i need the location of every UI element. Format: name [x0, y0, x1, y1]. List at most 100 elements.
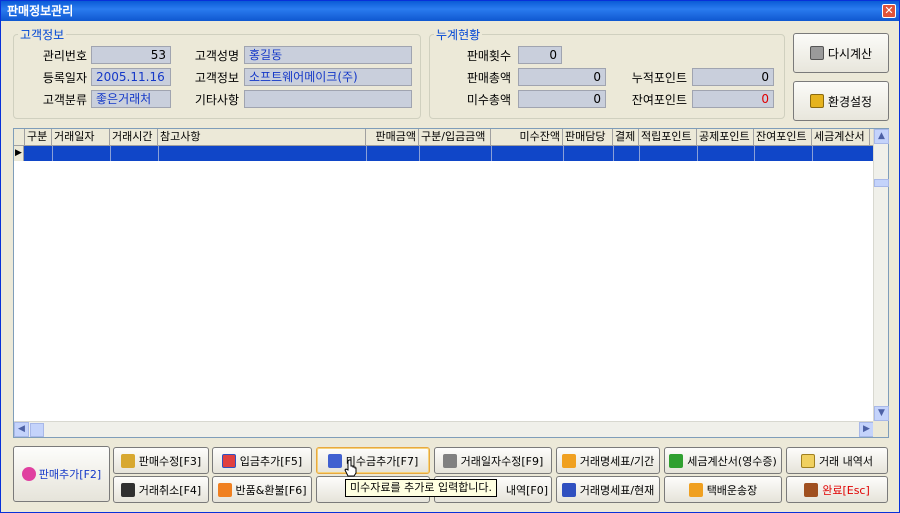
row-divider: [697, 146, 698, 161]
tooltip: 미수자료를 추가로 입력합니다.: [345, 479, 498, 497]
close-button[interactable]: ✕: [882, 4, 896, 18]
return-refund-button[interactable]: 반품&환불[F6]: [212, 476, 312, 503]
return-refund-icon: [217, 482, 232, 497]
edit-sale-button[interactable]: 판매수정[F3]: [113, 447, 209, 474]
row-divider: [419, 146, 420, 161]
col-deduct-point[interactable]: 공제포인트: [697, 129, 754, 146]
row-divider: [639, 146, 640, 161]
row-divider: [110, 146, 111, 161]
cancel-transaction-button[interactable]: 거래취소[F4]: [113, 476, 209, 503]
sales-total-label: 판매총액: [466, 71, 511, 85]
remain-point-field: 0: [692, 90, 774, 108]
col-unpaid[interactable]: 미수잔액: [491, 129, 563, 146]
col-deposit[interactable]: 구분/입금금액: [419, 129, 491, 146]
col-manager[interactable]: 판매담당: [563, 129, 613, 146]
done-label: 완료[Esc]: [822, 483, 870, 497]
acc-point-label: 누적포인트: [631, 71, 687, 85]
vertical-scroll-thumb[interactable]: [874, 179, 889, 187]
table-row[interactable]: ▶: [14, 146, 874, 161]
delivery-button[interactable]: 택배운송장: [664, 476, 782, 503]
add-unpaid-button[interactable]: 미수금추가[F7]: [316, 447, 430, 474]
row-divider: [366, 146, 367, 161]
edit-date-label: 거래일자수정[F9]: [460, 454, 544, 468]
col-tax-invoice[interactable]: 세금계산서: [812, 129, 870, 146]
statement-period-label: 거래명세표/기간: [579, 454, 655, 468]
statement-current-label: 거래명세표/현재: [579, 483, 655, 497]
statement-current-button[interactable]: 거래명세표/현재: [556, 476, 660, 503]
add-deposit-button[interactable]: 입금추가[F5]: [212, 447, 312, 474]
name-label: 고객성명: [194, 49, 239, 63]
recalc-button[interactable]: 다시계산: [793, 33, 889, 73]
acc-point-field: 0: [692, 68, 774, 86]
horizontal-scroll-thumb[interactable]: [30, 423, 44, 437]
history-f0-label: 내역[F0]: [505, 483, 548, 497]
unpaid-total-field: 0: [518, 90, 606, 108]
col-payment[interactable]: 결제: [613, 129, 639, 146]
sales-info-window: 판매정보관리 ✕ 고객정보 관리번호 53 등록일자 2005.11.16 고객…: [0, 0, 900, 513]
row-divider: [754, 146, 755, 161]
history-label: 거래 내역서: [818, 454, 874, 468]
scroll-right-icon[interactable]: ▶: [859, 422, 874, 437]
vertical-scrollbar[interactable]: ▲ ▼: [873, 129, 889, 421]
col-date[interactable]: 거래일자: [52, 129, 110, 146]
grid-header: 구분 거래일자 거래시간 참고사항 판매금액 구분/입금금액 미수잔액 판매담당…: [14, 129, 874, 146]
unpaid-total-label: 미수총액: [466, 93, 511, 107]
scrollbar-corner: [873, 421, 888, 437]
tax-invoice-icon: [669, 453, 684, 468]
reg-date-field: 2005.11.16: [91, 68, 171, 86]
settings-label: 환경설정: [827, 94, 873, 109]
cancel-transaction-icon: [120, 482, 135, 497]
delivery-icon: [688, 482, 703, 497]
add-deposit-label: 입금추가[F5]: [239, 454, 303, 468]
history-icon: [800, 453, 815, 468]
col-remain-point[interactable]: 잔여포인트: [754, 129, 812, 146]
edit-date-icon: [442, 453, 457, 468]
col-time[interactable]: 거래시간: [110, 129, 158, 146]
col-type[interactable]: 구분: [25, 129, 52, 146]
row-indicator-icon: ▶: [14, 146, 24, 161]
history-button[interactable]: 거래 내역서: [786, 447, 888, 474]
customer-info-legend: 고객정보: [20, 28, 65, 42]
scroll-up-icon[interactable]: ▲: [874, 129, 889, 144]
return-refund-label: 반품&환불[F6]: [235, 483, 307, 497]
name-field: 홍길동: [244, 46, 412, 64]
tax-invoice-label: 세금계산서(영수증): [687, 454, 777, 468]
hand-cursor-icon: [344, 459, 357, 477]
sales-count-label: 판매횟수: [466, 49, 511, 63]
etc-field: [244, 90, 412, 108]
delivery-label: 택배운송장: [706, 483, 758, 497]
add-deposit-icon: [221, 453, 236, 468]
category-label: 고객분류: [42, 93, 87, 107]
mgmt-no-field: 53: [91, 46, 171, 64]
sales-grid[interactable]: 구분 거래일자 거래시간 참고사항 판매금액 구분/입금금액 미수잔액 판매담당…: [13, 128, 889, 438]
calculator-icon: [809, 46, 824, 60]
reg-date-label: 등록일자: [42, 71, 87, 85]
col-sales-amount[interactable]: 판매금액: [366, 129, 419, 146]
edit-sale-icon: [120, 453, 135, 468]
col-note[interactable]: 참고사항: [158, 129, 366, 146]
edit-date-button[interactable]: 거래일자수정[F9]: [434, 447, 552, 474]
scroll-left-icon[interactable]: ◀: [14, 422, 29, 437]
add-sale-icon: [21, 467, 36, 481]
statement-current-icon: [561, 482, 576, 497]
info-field: 소프트웨어메이크(주): [244, 68, 412, 86]
tax-invoice-button[interactable]: 세금계산서(영수증): [664, 447, 782, 474]
horizontal-scrollbar[interactable]: ◀ ▶: [14, 421, 874, 437]
done-button[interactable]: 완료[Esc]: [786, 476, 888, 503]
settings-button[interactable]: 환경설정: [793, 81, 889, 121]
totals-legend: 누계현황: [436, 28, 481, 42]
col-acc-point[interactable]: 적립포인트: [639, 129, 697, 146]
statement-period-button[interactable]: 거래명세표/기간: [556, 447, 660, 474]
edit-sale-label: 판매수정[F3]: [138, 454, 202, 468]
sales-total-field: 0: [518, 68, 606, 86]
row-divider: [613, 146, 614, 161]
title-bar[interactable]: 판매정보관리 ✕: [1, 1, 899, 21]
remain-point-label: 잔여포인트: [631, 93, 687, 107]
add-sale-label: 판매추가[F2]: [38, 468, 102, 481]
info-label: 고객정보: [194, 71, 239, 85]
tools-icon: [809, 94, 824, 108]
cancel-transaction-label: 거래취소[F4]: [138, 483, 202, 497]
add-sale-button[interactable]: 판매추가[F2]: [13, 446, 110, 502]
grid-header-corner: [14, 129, 25, 146]
scroll-down-icon[interactable]: ▼: [874, 406, 889, 421]
